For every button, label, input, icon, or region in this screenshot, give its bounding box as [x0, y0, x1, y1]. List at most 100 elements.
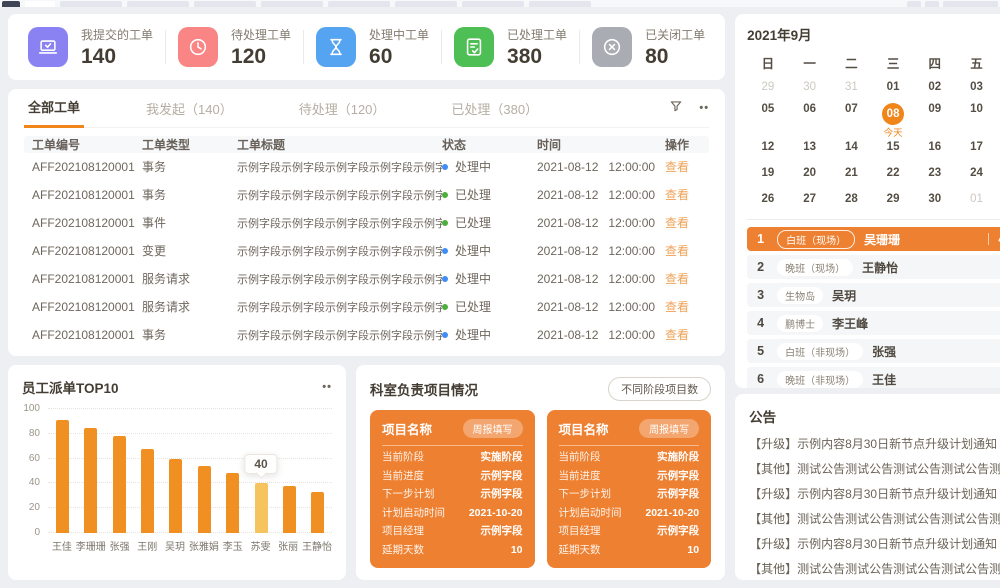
view-link[interactable]: 查看 [665, 354, 689, 356]
calendar-day[interactable]: 01 [956, 186, 998, 212]
bar-李玉[interactable] [218, 409, 246, 533]
chart-y-axis: 020406080100 [22, 409, 48, 533]
clock-icon [178, 27, 218, 67]
bar-张丽[interactable] [275, 409, 303, 533]
shift-person-name: 王佳 [872, 371, 896, 388]
tab-processed[interactable]: 已处理（380） [447, 99, 542, 127]
stage-count-button[interactable]: 不同阶段项目数 [608, 377, 711, 401]
calendar-day[interactable]: 29 [747, 74, 789, 100]
calendar-day[interactable]: 28 [831, 186, 873, 212]
calendar-day[interactable]: 30 [914, 186, 956, 212]
project-field: 当前阶段实施阶段 [382, 448, 523, 467]
view-link[interactable]: 查看 [665, 242, 689, 259]
calendar-day[interactable]: 12 [747, 134, 789, 160]
cell-order-type: 服务请求 [142, 270, 237, 287]
calendar-day[interactable]: 23 [914, 160, 956, 186]
more-menu-icon[interactable]: •• [699, 102, 709, 114]
shift-row[interactable]: 6晚班（非现场）王佳 [747, 367, 1000, 388]
chart-title: 员工派单TOP10 [22, 377, 119, 397]
calendar-day-today[interactable]: 08今天 [872, 100, 914, 134]
project-card[interactable]: 项目名称周报填写当前阶段实施阶段当前进度示例字段下一步计划示例字段计划启动时间2… [547, 410, 712, 568]
stat-label: 待处理工单 [231, 26, 291, 43]
calendar-day[interactable]: 13 [789, 134, 831, 160]
more-menu-icon[interactable]: •• [322, 381, 332, 393]
cell-order-type: 事务 [142, 326, 237, 343]
shift-row[interactable]: 5白班（非现场）张强 [747, 339, 1000, 363]
view-link[interactable]: 查看 [665, 186, 689, 203]
calendar-day[interactable]: 15 [872, 134, 914, 160]
view-link[interactable]: 查看 [665, 214, 689, 231]
stat-value: 380 [507, 46, 567, 67]
weekly-report-button[interactable]: 周报填写 [463, 419, 523, 438]
view-link[interactable]: 查看 [665, 298, 689, 315]
calendar-day[interactable]: 14 [831, 134, 873, 160]
notice-item[interactable]: 【升级】示例内容8月30日新节点升级计划通知 [749, 532, 1000, 557]
notice-item[interactable]: 【其他】测试公告测试公告测试公告测试公告测试公告 [749, 557, 1000, 580]
filter-icon[interactable] [669, 99, 683, 118]
calendar-day[interactable]: 06 [789, 100, 831, 134]
shift-row[interactable]: 1白班（现场）吴珊珊 [747, 227, 1000, 251]
calendar-day[interactable]: 26 [747, 186, 789, 212]
calendar-day[interactable]: 31 [831, 74, 873, 100]
bar-王静怡[interactable] [304, 409, 332, 533]
calendar-day[interactable]: 27 [789, 186, 831, 212]
bar-李珊珊[interactable] [76, 409, 104, 533]
table-row[interactable]: AFF202108120001事务示例字段示例字段示例字段示例字段示例字段处理中… [24, 153, 709, 181]
cell-status: 处理中 [442, 270, 537, 287]
calendar-day[interactable]: 21 [831, 160, 873, 186]
view-link[interactable]: 查看 [665, 326, 689, 343]
calendar-day[interactable]: 22 [872, 160, 914, 186]
bar-王刚[interactable] [133, 409, 161, 533]
weekly-report-button[interactable]: 周报填写 [639, 419, 699, 438]
project-field: 项目经理示例字段 [382, 522, 523, 541]
calendar-day[interactable]: 03 [956, 74, 998, 100]
tab-pending[interactable]: 待处理（120） [295, 99, 390, 127]
calendar-day[interactable]: 01 [872, 74, 914, 100]
table-row[interactable]: AFF202108120001事务示例字段示例字段示例字段示例字段示例字段已关闭… [24, 349, 709, 356]
shift-tag: 鹏博士 [777, 315, 823, 332]
projects-card: 科室负责项目情况 不同阶段项目数 项目名称周报填写当前阶段实施阶段当前进度示例字… [356, 365, 725, 580]
bar-张强[interactable] [105, 409, 133, 533]
shift-row[interactable]: 3生物岛吴玥 [747, 283, 1000, 307]
cell-order-type: 事务 [142, 158, 237, 175]
notice-item[interactable]: 【其他】测试公告测试公告测试公告测试公告测试公告 [749, 457, 1000, 482]
calendar-day[interactable]: 29 [872, 186, 914, 212]
table-row[interactable]: AFF202108120001事件示例字段示例字段示例字段示例字段示例字段已处理… [24, 209, 709, 237]
projects-title: 科室负责项目情况 [370, 379, 478, 399]
calendar-day[interactable]: 19 [747, 160, 789, 186]
view-link[interactable]: 查看 [665, 158, 689, 175]
calendar-day[interactable]: 05 [747, 100, 789, 134]
tab-strip-box [127, 1, 189, 7]
calendar-day[interactable]: 24 [956, 160, 998, 186]
notice-item[interactable]: 【升级】示例内容8月30日新节点升级计划通知 [749, 482, 1000, 507]
shift-row[interactable]: 4鹏博士李王峰 [747, 311, 1000, 335]
table-row[interactable]: AFF202108120001事务示例字段示例字段示例字段示例字段示例字段已处理… [24, 181, 709, 209]
bar-王佳[interactable] [48, 409, 76, 533]
tab-my-initiated[interactable]: 我发起（140） [142, 99, 237, 127]
table-row[interactable]: AFF202108120001服务请求示例字段示例字段示例字段示例字段示例字段处… [24, 265, 709, 293]
project-card[interactable]: 项目名称周报填写当前阶段实施阶段当前进度示例字段下一步计划示例字段计划启动时间2… [370, 410, 535, 568]
chart-tooltip: 40 [244, 454, 277, 474]
table-row[interactable]: AFF202108120001变更示例字段示例字段示例字段示例字段示例字段处理中… [24, 237, 709, 265]
calendar-day[interactable]: 30 [789, 74, 831, 100]
table-row[interactable]: AFF202108120001事务示例字段示例字段示例字段示例字段示例字段处理中… [24, 321, 709, 349]
calendar-day[interactable]: 02 [914, 74, 956, 100]
calendar-day[interactable]: 17 [956, 134, 998, 160]
calendar-day[interactable]: 07 [831, 100, 873, 134]
shift-row[interactable]: 2晚班（现场）王静怡 [747, 255, 1000, 279]
calendar-day[interactable]: 10 [956, 100, 998, 134]
bar-苏雯[interactable]: 40 [247, 409, 275, 533]
cell-time: 2021-08-1212:00:00 [537, 300, 665, 314]
tab-strip-box [2, 1, 20, 7]
calendar-day[interactable]: 09 [914, 100, 956, 134]
notice-item[interactable]: 【其他】测试公告测试公告测试公告测试公告测试公告 [749, 507, 1000, 532]
y-tick-label: 20 [29, 502, 40, 513]
notice-item[interactable]: 【升级】示例内容8月30日新节点升级计划通知 [749, 432, 1000, 457]
bar-张雅娟[interactable] [190, 409, 218, 533]
calendar-day[interactable]: 16 [914, 134, 956, 160]
table-row[interactable]: AFF202108120001服务请求示例字段示例字段示例字段示例字段示例字段已… [24, 293, 709, 321]
tab-all-orders[interactable]: 全部工单 [24, 97, 84, 128]
view-link[interactable]: 查看 [665, 270, 689, 287]
bar-吴玥[interactable] [162, 409, 190, 533]
calendar-day[interactable]: 20 [789, 160, 831, 186]
